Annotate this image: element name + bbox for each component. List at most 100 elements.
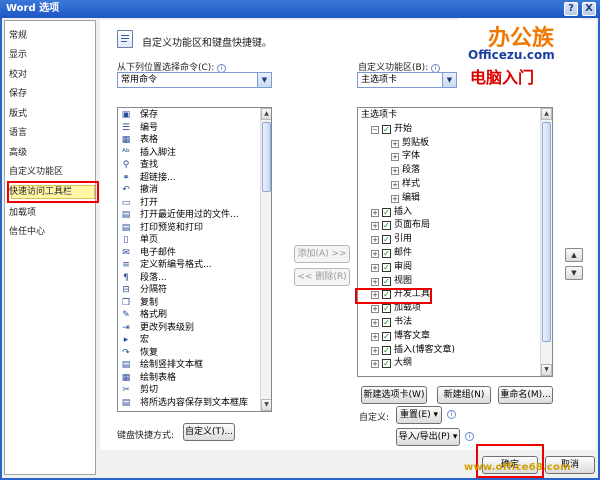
command-item[interactable]: ⇥更改列表级别▶ xyxy=(120,322,271,335)
nav-item[interactable]: 保存 xyxy=(9,87,27,101)
checkbox[interactable]: ✓ xyxy=(382,221,391,231)
checkbox[interactable]: ✓ xyxy=(382,235,391,245)
reset-button[interactable]: 重置(E) ▾ xyxy=(396,406,442,424)
expand-icon[interactable]: + xyxy=(391,167,399,176)
command-item[interactable]: ✎ 格式刷 xyxy=(120,309,167,322)
scroll-up-icon[interactable]: ▲ xyxy=(541,108,552,120)
ribbon-tree-item[interactable]: + ✓ 大纲 xyxy=(371,357,412,370)
close-button[interactable]: X xyxy=(582,2,596,16)
command-item[interactable]: ▦表格▶ xyxy=(120,134,271,147)
command-item[interactable]: ↶撤消▶ xyxy=(120,184,271,197)
checkbox[interactable]: ✓ xyxy=(382,331,391,341)
ribbon-tree-item[interactable]: + ✓ 书法 xyxy=(371,316,412,329)
chevron-down-icon[interactable]: ▼ xyxy=(442,73,456,87)
expand-icon[interactable]: + xyxy=(371,222,379,231)
command-item[interactable]: ↷ 恢复 xyxy=(120,347,158,360)
command-item[interactable]: ▤ 打印预览和打印 xyxy=(120,222,203,235)
new-group-button[interactable]: 新建组(N) xyxy=(437,386,491,404)
nav-item[interactable]: 语言 xyxy=(9,126,27,140)
nav-item[interactable]: 版式 xyxy=(9,107,27,121)
move-down-icon[interactable]: ▼ xyxy=(565,266,583,280)
chevron-down-icon[interactable]: ▼ xyxy=(257,73,271,87)
ribbon-tree-item[interactable]: + ✓ 页面布局 xyxy=(371,219,430,232)
move-up-icon[interactable]: ▲ xyxy=(565,248,583,262)
ribbon-tree-item[interactable]: + ✓ 审阅 xyxy=(371,261,412,274)
ribbon-tree-scrollbar[interactable]: ▲ ▼ xyxy=(540,108,552,376)
nav-item[interactable]: 高级 xyxy=(9,146,27,160)
checkbox[interactable]: ✓ xyxy=(382,262,391,272)
expand-icon[interactable]: + xyxy=(371,277,379,286)
checkbox[interactable]: ✓ xyxy=(382,304,391,314)
ribbon-tree-item[interactable]: + ✓ 邮件 xyxy=(371,247,412,260)
command-item[interactable]: ☰编号▶ xyxy=(120,122,271,135)
ribbon-tree-item[interactable]: + 字体 xyxy=(391,150,420,163)
new-tab-button[interactable]: 新建选项卡(W) xyxy=(361,386,427,404)
command-item[interactable]: ❐ 复制 xyxy=(120,297,158,310)
collapse-icon[interactable]: − xyxy=(371,125,379,134)
customize-shortcuts-button[interactable]: 自定义(T)... xyxy=(183,423,235,441)
ribbon-tree-item[interactable]: + 段落 xyxy=(391,164,420,177)
checkbox[interactable]: ✓ xyxy=(382,345,391,355)
command-list[interactable]: ▣保存☰编号▶▦表格▶ᴬᵇ插入脚注⚲查找⚭超链接...↶撤消▶▭打开▤打开最近使… xyxy=(117,107,272,412)
command-item[interactable]: ▤ 绘制竖排文本框 xyxy=(120,359,203,372)
scroll-thumb[interactable] xyxy=(542,122,551,342)
expand-icon[interactable]: + xyxy=(371,346,379,355)
checkbox[interactable]: ✓ xyxy=(382,359,391,369)
expand-icon[interactable]: + xyxy=(371,208,379,217)
ribbon-tree-item[interactable]: + ✓ 插入(博客文章) xyxy=(371,344,455,357)
command-item[interactable]: ⚭ 超链接... xyxy=(120,172,175,185)
scroll-down-icon[interactable]: ▼ xyxy=(261,399,271,411)
nav-item[interactable]: 加载项 xyxy=(9,206,36,220)
rename-button[interactable]: 重命名(M)... xyxy=(498,386,553,404)
command-item[interactable]: ⊟分隔符▶ xyxy=(120,284,271,297)
expand-icon[interactable]: + xyxy=(371,319,379,327)
expand-icon[interactable]: + xyxy=(371,360,379,369)
remove-button[interactable]: << 删除(R) xyxy=(294,268,350,286)
command-item[interactable]: ✂ 剪切 xyxy=(120,384,158,397)
import-export-button[interactable]: 导入/导出(P) ▾ xyxy=(396,428,460,446)
expand-icon[interactable]: + xyxy=(391,153,399,162)
nav-item[interactable]: 自定义功能区 xyxy=(9,165,63,179)
scroll-down-icon[interactable]: ▼ xyxy=(541,364,552,376)
command-item[interactable]: ▤ 打开最近使用过的文件... xyxy=(120,209,239,222)
ribbon-tree-item[interactable]: + 编辑 xyxy=(391,192,420,205)
checkbox[interactable]: ✓ xyxy=(382,124,391,134)
nav-item[interactable]: 显示 xyxy=(9,48,27,62)
nav-item[interactable]: 常规 xyxy=(9,29,27,43)
ribbon-tree-item[interactable]: + 剪贴板 xyxy=(391,137,429,150)
expand-icon[interactable]: + xyxy=(371,236,379,245)
expand-icon[interactable]: + xyxy=(391,139,399,148)
command-item[interactable]: ▤ 将所选内容保存到文本框库 xyxy=(120,397,248,410)
add-button[interactable]: 添加(A) >> xyxy=(294,245,350,263)
scroll-thumb[interactable] xyxy=(262,122,271,192)
checkbox[interactable]: ✓ xyxy=(382,249,391,258)
command-item[interactable]: ✉ 电子邮件 xyxy=(120,247,176,260)
command-item[interactable]: ≡ 定义新编号格式... xyxy=(120,259,211,272)
ribbon-tree-item[interactable]: + ✓ 引用 xyxy=(371,233,412,246)
ribbon-tree-item[interactable]: + 样式 xyxy=(391,178,420,191)
choose-commands-combo[interactable]: 常用命令 ▼ xyxy=(117,72,272,88)
command-item[interactable]: ▣ 保存 xyxy=(120,109,158,122)
ribbon-tree-item[interactable]: 主选项卡 xyxy=(361,109,397,122)
ribbon-tree-item[interactable]: + ✓ 加载项 xyxy=(371,302,421,315)
command-item[interactable]: ▯ 单页 xyxy=(120,234,159,247)
scroll-up-icon[interactable]: ▲ xyxy=(261,108,271,120)
command-item[interactable]: ⚲ 查找 xyxy=(120,159,158,172)
ribbon-tree-item[interactable]: − ✓ 开始 xyxy=(371,123,412,136)
expand-icon[interactable]: + xyxy=(371,332,379,341)
ribbon-tree-item[interactable]: + ✓ 视图 xyxy=(371,275,412,288)
ribbon-tree[interactable]: 主选项卡 − ✓ 开始 + 剪贴板 + 字体 + 段落 + 样式 + 编辑 + ✓ 插入 + ✓ 页面布局 + ✓ 引用 + ✓… xyxy=(357,107,553,377)
nav-item[interactable]: 信任中心 xyxy=(9,225,45,239)
command-item[interactable]: ▸ 宏 xyxy=(120,334,149,347)
help-button[interactable]: ? xyxy=(564,2,578,16)
command-item[interactable]: ᴬᵇ 插入脚注 xyxy=(120,147,176,160)
checkbox[interactable]: ✓ xyxy=(382,207,391,217)
command-item[interactable]: ¶ 段落... xyxy=(120,272,166,285)
expand-icon[interactable]: + xyxy=(371,263,379,272)
command-item[interactable]: ▦ 绘制表格 xyxy=(120,372,176,385)
ribbon-tree-item[interactable]: + ✓ 博客文章 xyxy=(371,330,430,343)
checkbox[interactable]: ✓ xyxy=(382,276,391,286)
expand-icon[interactable]: + xyxy=(391,181,399,189)
checkbox[interactable]: ✓ xyxy=(382,318,391,327)
ribbon-tree-item[interactable]: + ✓ 插入 xyxy=(371,206,412,219)
